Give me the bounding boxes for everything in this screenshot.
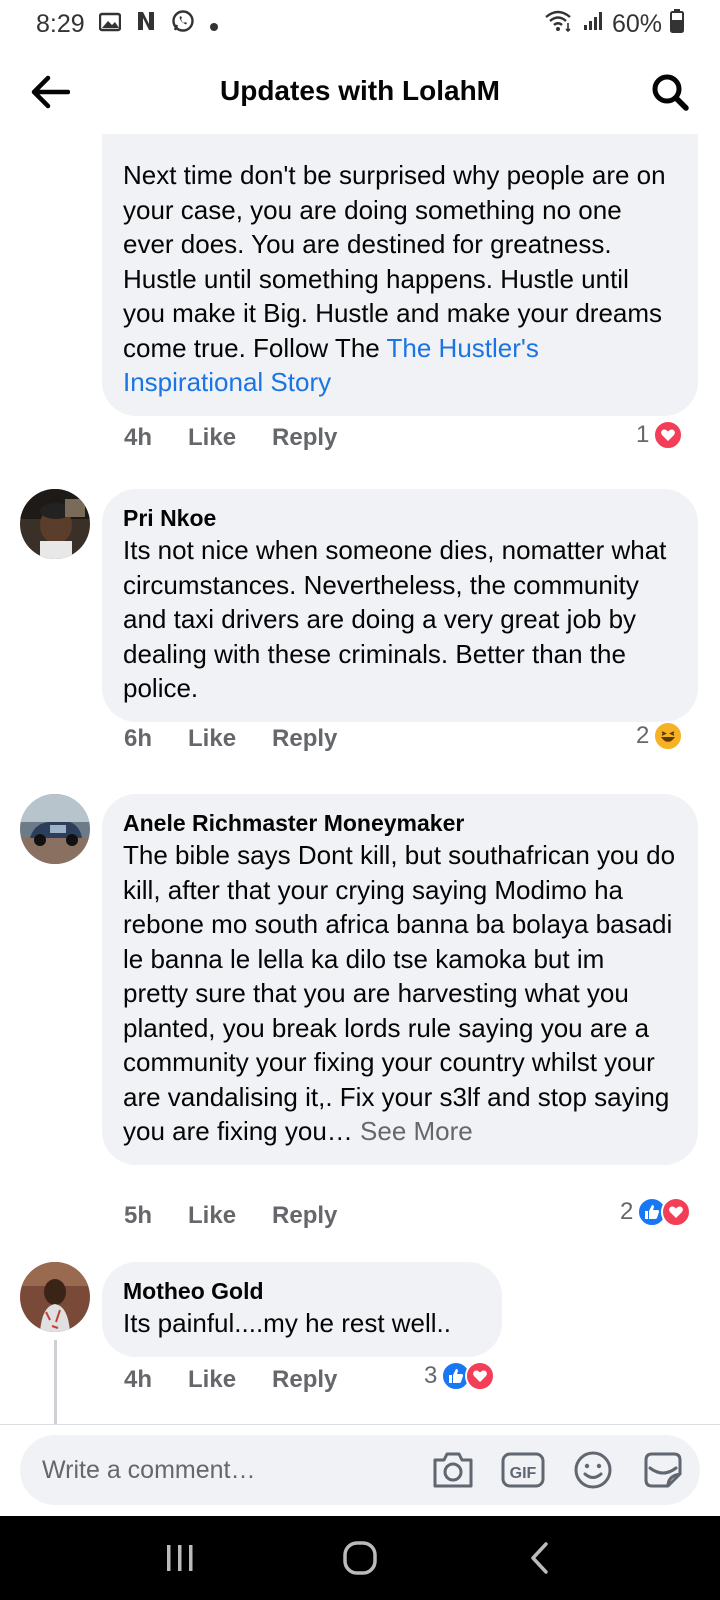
comment-author[interactable]: Motheo Gold	[123, 1276, 480, 1306]
love-reaction-icon	[465, 1361, 496, 1391]
love-reaction-icon	[653, 420, 684, 450]
recents-icon	[167, 1545, 193, 1571]
page-title: Updates with LolahM	[220, 75, 500, 106]
reaction-count: 2	[636, 722, 650, 749]
comment-time: 5h	[124, 1202, 153, 1229]
search-icon	[652, 74, 689, 111]
see-more-link[interactable]: See More	[360, 1116, 473, 1146]
reply-button[interactable]: Reply	[272, 1366, 337, 1394]
avatar[interactable]	[20, 1262, 90, 1332]
reaction-summary[interactable]: 2	[620, 1197, 692, 1227]
reaction-count: 3	[424, 1362, 438, 1389]
system-nav-bar	[0, 1516, 720, 1600]
comment-time: 6h	[124, 725, 153, 752]
comment: Next time don't be surprised why people …	[0, 134, 720, 479]
comment-actions: 4h Like Reply	[124, 424, 337, 452]
love-reaction-icon	[661, 1197, 692, 1227]
reaction-summary[interactable]: 2	[636, 721, 684, 751]
emoji-icon[interactable]	[570, 1447, 616, 1493]
search-button[interactable]	[648, 70, 692, 114]
like-button[interactable]: Like	[188, 1202, 236, 1230]
comment-actions: 4h Like Reply	[124, 1366, 337, 1394]
comment-time: 4h	[124, 1366, 153, 1393]
reaction-summary[interactable]: 3	[424, 1361, 496, 1391]
comment-bubble[interactable]: Next time don't be surprised why people …	[102, 134, 698, 416]
comment-feed[interactable]: Next time don't be surprised why people …	[0, 134, 720, 1424]
battery-percent: 60%	[611, 9, 662, 38]
header: Updates with LolahM	[0, 48, 720, 134]
svg-text:GIF: GIF	[510, 1465, 537, 1482]
avatar[interactable]	[20, 489, 90, 559]
comment-author[interactable]: Anele Richmaster Moneymaker	[123, 808, 676, 838]
reaction-count: 2	[620, 1198, 634, 1225]
haha-reaction-icon	[653, 721, 684, 751]
home-button[interactable]	[330, 1528, 390, 1588]
reaction-summary[interactable]: 1	[636, 420, 684, 450]
like-button[interactable]: Like	[188, 1366, 236, 1394]
system-back-button[interactable]	[510, 1528, 570, 1588]
like-button[interactable]: Like	[188, 424, 236, 452]
reply-button[interactable]: Reply	[272, 725, 337, 753]
comment-bubble[interactable]: Motheo Gold Its painful....my he rest we…	[102, 1262, 502, 1357]
comment: Motheo Gold Its painful....my he rest we…	[0, 1262, 720, 1422]
signal-icon	[582, 10, 604, 39]
comment-text: Next time don't be surprised why people …	[123, 160, 666, 397]
comment-text: Its not nice when someone dies, nomatter…	[123, 535, 667, 703]
avatar[interactable]	[20, 794, 90, 864]
camera-icon[interactable]	[430, 1447, 476, 1493]
dot-icon	[209, 10, 219, 39]
battery-icon	[670, 8, 684, 40]
arrow-left-icon	[31, 75, 70, 109]
comment-input[interactable]: Write a comment… GIF	[20, 1435, 700, 1505]
comment-text: Its painful....my he rest well..	[123, 1308, 452, 1338]
comment-composer: Write a comment… GIF	[0, 1424, 720, 1516]
comment-bubble[interactable]: Anele Richmaster Moneymaker The bible sa…	[102, 794, 698, 1165]
status-bar: 8:29 60%	[0, 0, 720, 48]
comment-text: The bible says Dont kill, but southafric…	[123, 840, 676, 1146]
back-button[interactable]	[28, 70, 72, 114]
comment-author[interactable]: Pri Nkoe	[123, 503, 676, 533]
comment: Pri Nkoe Its not nice when someone dies,…	[0, 489, 720, 789]
sticker-icon[interactable]	[640, 1447, 686, 1493]
comment: Anele Richmaster Moneymaker The bible sa…	[0, 794, 720, 1264]
whatsapp-icon	[171, 9, 195, 40]
comment-input-placeholder: Write a comment…	[42, 1455, 256, 1484]
gif-icon[interactable]: GIF	[500, 1447, 546, 1493]
status-time: 8:29	[36, 9, 85, 38]
gallery-icon	[98, 10, 121, 39]
comment-actions: 5h Like Reply	[124, 1202, 337, 1230]
wifi-icon	[544, 9, 574, 40]
reply-button[interactable]: Reply	[272, 1202, 337, 1230]
home-icon	[343, 1541, 377, 1575]
recents-button[interactable]	[150, 1528, 210, 1588]
chevron-left-icon	[531, 1542, 548, 1574]
comment-actions: 6h Like Reply	[124, 725, 337, 753]
like-button[interactable]: Like	[188, 725, 236, 753]
reply-button[interactable]: Reply	[272, 424, 337, 452]
comment-time: 4h	[124, 424, 153, 451]
netflix-icon	[135, 10, 157, 39]
reaction-count: 1	[636, 421, 650, 448]
comment-bubble[interactable]: Pri Nkoe Its not nice when someone dies,…	[102, 489, 698, 722]
